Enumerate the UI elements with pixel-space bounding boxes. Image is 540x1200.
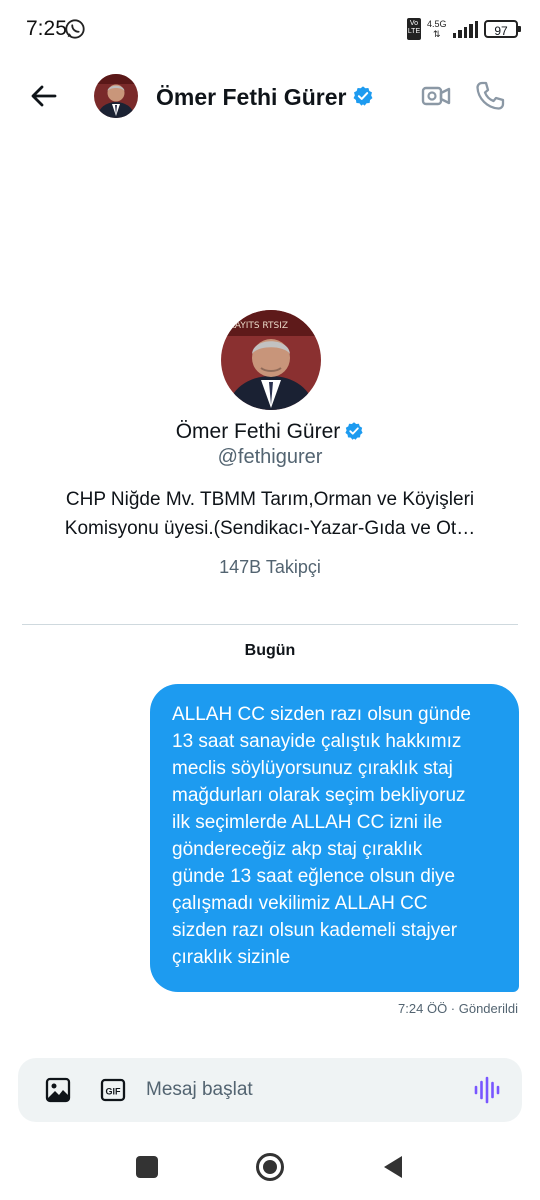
message-line: çıraklık sizinle bbox=[172, 947, 291, 968]
header-name[interactable]: Ömer Fethi Gürer bbox=[156, 84, 346, 111]
signal-icon bbox=[452, 20, 478, 38]
bio-line: Komisyonu üyesi.(Sendikacı-Yazar-Gıda ve… bbox=[64, 518, 476, 539]
message-bubble[interactable]: ALLAH CC sizden razı olsun günde 13 saat… bbox=[150, 684, 519, 992]
conversation-header: Ömer Fethi Gürer bbox=[0, 60, 540, 132]
message-composer: GIF bbox=[18, 1058, 522, 1122]
gif-icon[interactable]: GIF bbox=[100, 1077, 126, 1103]
verified-badge-icon bbox=[345, 422, 363, 440]
profile-bio: CHP Niğde Mv. TBMM Tarım,Orman ve Köyişl… bbox=[40, 485, 500, 543]
video-camera-icon[interactable] bbox=[420, 80, 452, 112]
profile-avatar[interactable]: KAYITS RTSIZ bbox=[221, 310, 321, 410]
message-line: 13 saat sanayide çalıştık hakkımız bbox=[172, 731, 462, 752]
profile-name: Ömer Fethi Gürer bbox=[0, 420, 540, 444]
message-line: meclis söylüyorsunuz çıraklık staj bbox=[172, 758, 453, 779]
bio-line: CHP Niğde Mv. TBMM Tarım,Orman ve Köyişl… bbox=[65, 489, 475, 510]
message-line: çalışmadı vekilimiz ALLAH CC bbox=[172, 893, 428, 914]
network-type-label: 4.5G bbox=[426, 19, 447, 29]
message-status: 7:24 ÖÖ · Gönderildi bbox=[398, 1001, 518, 1016]
message-line: göndereceğiz akp staj çıraklık bbox=[172, 839, 423, 860]
battery-icon: 97 bbox=[484, 20, 521, 38]
message-line: ilk seçimlerde ALLAH CC izni ile bbox=[172, 812, 443, 833]
system-back-button[interactable] bbox=[381, 1154, 405, 1180]
system-navigation-bar bbox=[0, 1138, 540, 1200]
home-button[interactable] bbox=[255, 1152, 285, 1182]
follower-count[interactable]: 147B Takipçi bbox=[0, 557, 540, 578]
profile-handle: @fethigurer bbox=[217, 446, 323, 468]
message-input[interactable] bbox=[146, 1072, 466, 1108]
whatsapp-icon bbox=[65, 19, 85, 39]
back-arrow-icon[interactable] bbox=[28, 80, 60, 112]
volte-indicator: Vo LTE bbox=[406, 18, 421, 40]
message-line: günde 13 saat eğlence olsun diye bbox=[172, 866, 456, 887]
recents-button[interactable] bbox=[136, 1156, 158, 1178]
phone-icon[interactable] bbox=[474, 80, 506, 112]
network-type: 4.5G ⇅ bbox=[426, 19, 447, 39]
battery-level: 97 bbox=[494, 24, 508, 38]
profile-name-text: Ömer Fethi Gürer bbox=[175, 420, 341, 443]
verified-badge-icon bbox=[353, 86, 373, 106]
message-line: sizden razı olsun kademeli stajyer bbox=[172, 920, 458, 941]
image-icon[interactable] bbox=[44, 1076, 72, 1104]
avatar[interactable] bbox=[94, 74, 138, 118]
status-bar: 7:25 Vo LTE 4.5G ⇅ 97 bbox=[0, 0, 540, 60]
message-line: ALLAH CC sizden razı olsun günde bbox=[172, 704, 471, 725]
voice-wave-icon[interactable] bbox=[472, 1075, 502, 1105]
svg-text:KAYITS RTSIZ: KAYITS RTSIZ bbox=[229, 321, 288, 331]
status-indicators: Vo LTE 4.5G ⇅ 97 bbox=[406, 17, 521, 41]
divider bbox=[22, 624, 518, 625]
status-time: 7:25 bbox=[26, 17, 67, 40]
message-line: mağdurları olarak seçim bekliyoruz bbox=[172, 785, 466, 806]
date-separator: Bugün bbox=[244, 642, 296, 659]
gif-label: GIF bbox=[106, 1087, 122, 1097]
